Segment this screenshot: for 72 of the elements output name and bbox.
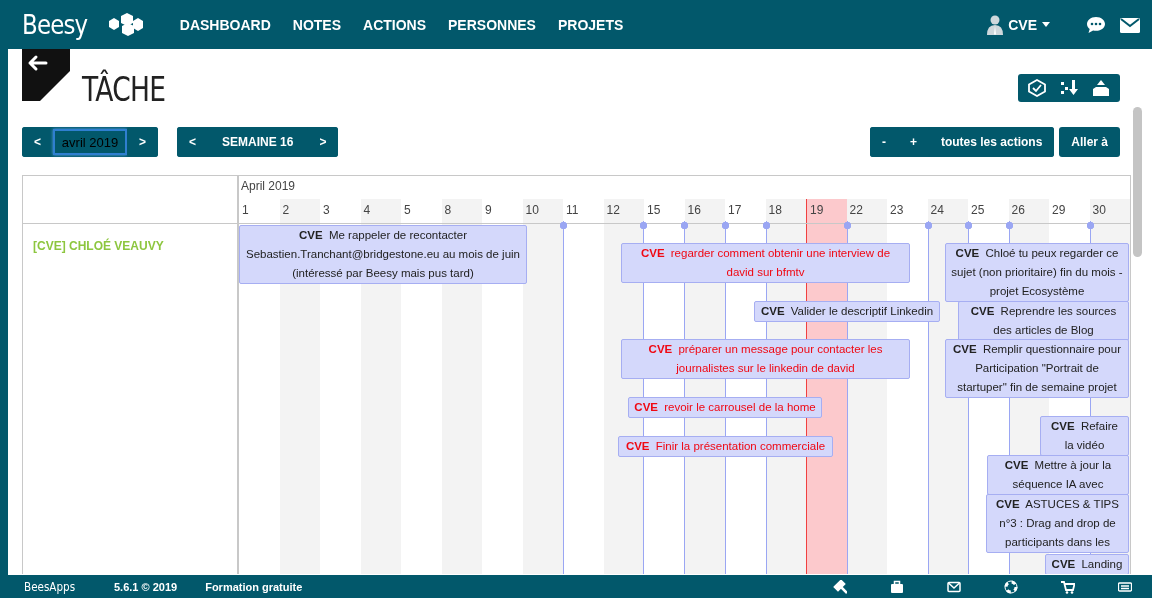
task-text: CVE Remplir questionnaire pour Participation "Portrait de startuper" fin de semaine projet — [953, 343, 1121, 393]
day-label: 2 — [279, 199, 320, 223]
task-text: CVE préparer un message pour contacter les journalistes sur le linkedin de david — [648, 343, 883, 374]
task-card[interactable]: CVE Landing — [1045, 554, 1129, 574]
task-text: CVE Chloé tu peux regarder ce sujet (non prioritaire) fin du mois - projet Ecosystème — [951, 247, 1123, 297]
task-card[interactable]: CVE Me rappeler de recontacter Sebastien.Tranchant@bridgestone.eu au mois de juin (intéressé par Beesy mais pus tard) — [239, 225, 527, 284]
task-text: CVE ASTUCES & TIPS n°3 : Drag and drop de participants dans les — [996, 498, 1119, 548]
back-arrow-button[interactable] — [22, 49, 70, 101]
task-text: CVE Refaire la vidéo — [1051, 420, 1118, 451]
task-card[interactable]: CVE Remplir questionnaire pour Participation "Portrait de startuper" fin de semaine projet — [945, 339, 1129, 398]
task-card[interactable]: CVE ASTUCES & TIPS n°3 : Drag and drop de participants dans les — [986, 494, 1129, 553]
day-label: 16 — [684, 199, 725, 223]
user-name[interactable]: CVE — [1008, 16, 1037, 33]
day-label: 3 — [322, 202, 331, 219]
task-card[interactable]: CVE Mettre à jour la séquence IA avec — [987, 455, 1129, 495]
training-link[interactable]: Formation gratuite — [205, 580, 303, 593]
day-label: 19 — [806, 199, 847, 223]
nav-link[interactable]: PROJETS — [546, 16, 635, 33]
task-text: CVE Landing — [1051, 558, 1123, 570]
day-label: 4 — [360, 199, 401, 223]
day-label: 8 — [441, 199, 482, 223]
mail-icon[interactable] — [1120, 16, 1140, 33]
day-label: 24 — [927, 199, 968, 223]
cart-icon[interactable] — [1061, 579, 1075, 594]
task-card[interactable]: CVE Valider le descriptif Linkedin — [754, 301, 940, 322]
task-text: CVE regarder comment obtenir une interview de david sur bfmtv — [640, 247, 891, 278]
day-label: 1 — [241, 202, 250, 219]
lifebuoy-icon[interactable] — [1004, 579, 1018, 594]
chat-icon[interactable] — [1086, 15, 1106, 34]
day-label: 15 — [646, 202, 662, 219]
day-label: 30 — [1089, 199, 1130, 223]
nav-link[interactable]: ACTIONS — [352, 16, 438, 33]
day-label: 11 — [565, 202, 580, 219]
nav-link[interactable]: NOTES — [281, 16, 353, 33]
day-label: 26 — [1008, 199, 1049, 223]
page-title: TÂCHE — [82, 69, 166, 109]
task-text: CVE Me rappeler de recontacter Sebastien.Tranchant@bridgestone.eu au mois de juin (intéressé par Beesy mais pus tard) — [246, 229, 520, 279]
nav-link[interactable]: DASHBOARD — [168, 16, 282, 33]
day-label: 9 — [484, 202, 493, 219]
task-card[interactable]: CVE Refaire la vidéo — [1040, 416, 1129, 456]
day-label: 23 — [889, 202, 905, 219]
task-text: CVE Reprendre les sources des articles de Blog — [970, 305, 1117, 336]
nav-link[interactable]: PERSONNES — [437, 16, 547, 33]
day-label: 5 — [403, 202, 412, 219]
day-label: 29 — [1051, 202, 1067, 219]
day-label: 22 — [846, 199, 887, 223]
day-label: 18 — [765, 199, 806, 223]
goto-button[interactable]: Aller à — [1059, 127, 1120, 157]
user-icon[interactable] — [987, 14, 1004, 35]
task-card[interactable]: CVE Chloé tu peux regarder ce sujet (non prioritaire) fin du mois - projet Ecosystème — [945, 243, 1129, 302]
month-label: April 2019 — [240, 178, 297, 195]
briefcase-icon[interactable] — [890, 579, 904, 594]
layers-check-icon[interactable] — [1028, 79, 1046, 97]
sort-down-icon[interactable] — [1060, 79, 1078, 97]
week-label: SEMAINE 16 — [221, 135, 295, 149]
task-text: CVE revoir le carrousel de la home — [634, 401, 816, 413]
hammer-icon[interactable] — [833, 579, 847, 594]
logo-text[interactable]: Beesy — [22, 9, 88, 40]
caret-icon[interactable] — [1042, 22, 1050, 27]
version-text: 5.6.1 © 2019 — [114, 580, 178, 593]
task-text: CVE Finir la présentation commerciale — [625, 440, 826, 452]
mail-icon[interactable] — [947, 579, 961, 594]
day-label: 17 — [727, 202, 743, 219]
keyboard-icon[interactable] — [1118, 579, 1132, 594]
task-text: CVE Mettre à jour la séquence IA avec — [1004, 459, 1112, 490]
task-text: CVE Valider le descriptif Linkedin — [760, 305, 934, 317]
inbox-icon[interactable] — [1092, 79, 1110, 97]
day-label: 10 — [522, 199, 563, 223]
task-card[interactable]: CVE Reprendre les sources des articles de Blog — [958, 301, 1129, 341]
day-label: 12 — [603, 199, 644, 223]
day-label: 25 — [970, 202, 986, 219]
scrollbar-thumb[interactable] — [1133, 107, 1142, 257]
